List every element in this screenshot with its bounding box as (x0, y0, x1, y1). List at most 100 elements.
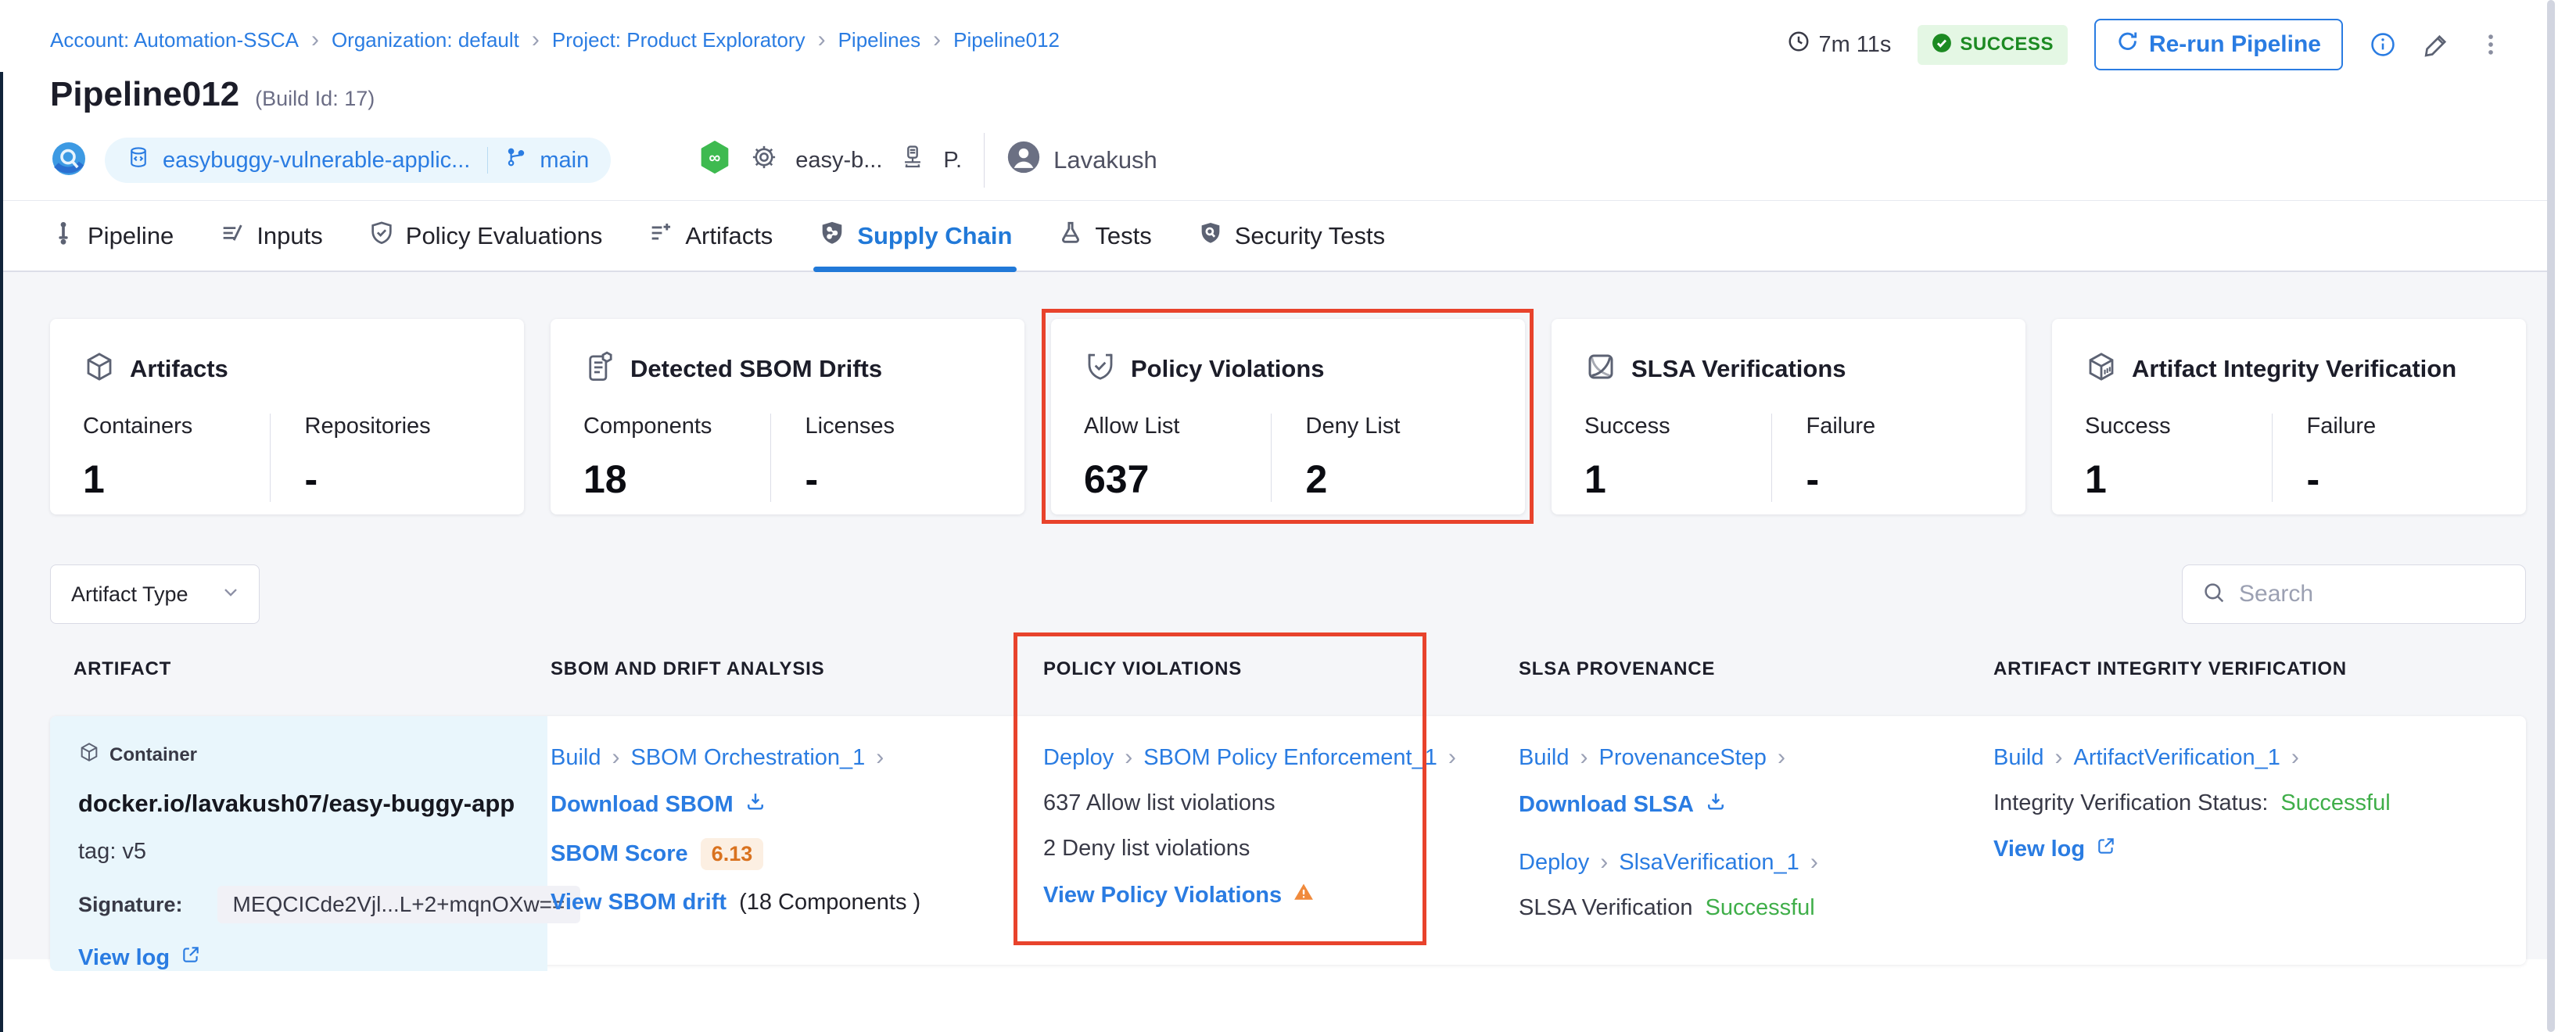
artifact-type-label: Artifact Type (71, 582, 188, 607)
card-artifacts-wrap: Artifacts Containers 1 Repositories - (50, 319, 524, 514)
ci-hexagon-icon: ∞ (697, 139, 733, 181)
breadcrumb-pipelines[interactable]: Pipelines (838, 27, 954, 53)
slsa-icon (1584, 350, 1617, 387)
breadcrumb-project[interactable]: Project: Product Exploratory (552, 27, 838, 53)
rerun-pipeline-button[interactable]: Re-run Pipeline (2094, 19, 2343, 70)
clock-icon (1787, 30, 1810, 59)
crumb-sbom-policy-enforcement[interactable]: SBOM Policy Enforcement_1 (1143, 744, 1467, 771)
card-sbom-drifts: Detected SBOM Drifts Components 18 Licen… (551, 319, 1024, 514)
vertical-scrollbar[interactable] (2547, 0, 2555, 1032)
integrity-cube-icon (2085, 350, 2118, 387)
stat-label: Licenses (805, 414, 992, 439)
crumb-build[interactable]: Build (1519, 744, 1599, 771)
title-row: Pipeline012 (Build Id: 17) (50, 75, 2504, 114)
stat-label: Components (583, 414, 770, 439)
infra-icon (899, 144, 926, 177)
view-sbom-drift-link[interactable]: View SBOM drift (551, 890, 727, 916)
policy-violations-cell: Deploy SBOM Policy Enforcement_1 637 All… (1040, 716, 1516, 971)
view-policy-violations-link[interactable]: View Policy Violations (1043, 881, 1315, 909)
svg-text:∞: ∞ (709, 149, 721, 167)
service-name[interactable]: easy-b... (795, 148, 882, 174)
status-text: SUCCESS (1960, 34, 2054, 56)
tab-artifacts[interactable]: Artifacts (648, 201, 773, 271)
crumb-artifact-verification[interactable]: ArtifactVerification_1 (2074, 744, 2310, 771)
sbom-score-badge: 6.13 (701, 838, 764, 870)
integrity-status-label: Integrity Verification Status: (1993, 790, 2268, 816)
artifact-type-dropdown[interactable]: Artifact Type (50, 564, 260, 624)
avatar-icon (1006, 140, 1041, 181)
branch-icon (505, 146, 527, 174)
tab-security-tests[interactable]: Security Tests (1197, 201, 1385, 271)
left-nav-edge (0, 72, 3, 1032)
tab-security-tests-label: Security Tests (1235, 222, 1385, 250)
view-log-link[interactable]: View log (1993, 836, 2116, 862)
tab-tests[interactable]: Tests (1057, 201, 1151, 271)
stat-label: Containers (83, 414, 270, 439)
security-shield-icon (1197, 220, 1224, 253)
card-artifact-integrity: Artifact Integrity Verification Success … (2052, 319, 2526, 514)
view-policy-violations-label: View Policy Violations (1043, 883, 1282, 908)
tab-supply-chain[interactable]: Supply Chain (818, 201, 1012, 271)
run-controls: 7m 11s SUCCESS Re-run Pipeline (1787, 17, 2504, 72)
tab-pipeline[interactable]: Pipeline (50, 201, 174, 271)
crumb-sbom-orchestration[interactable]: SBOM Orchestration_1 (631, 744, 895, 771)
stat-deny-list: Deny List 2 (1271, 414, 1493, 502)
tests-flask-icon (1057, 220, 1084, 253)
tab-policy-evaluations[interactable]: Policy Evaluations (368, 201, 603, 271)
more-options-icon[interactable] (2477, 31, 2504, 58)
stat-slsa-failure: Failure - (1771, 414, 1993, 502)
tab-supply-chain-label: Supply Chain (857, 222, 1012, 250)
crumb-build[interactable]: Build (1993, 744, 2074, 771)
slsa-verification-status: Successful (1705, 895, 1814, 921)
crumb-deploy[interactable]: Deploy (1519, 849, 1619, 876)
stat-containers: Containers 1 (83, 414, 270, 502)
sbom-score-label: SBOM Score (551, 841, 688, 867)
tab-inputs[interactable]: Inputs (219, 201, 322, 271)
card-sbom-drifts-wrap: Detected SBOM Drifts Components 18 Licen… (551, 319, 1024, 514)
slsa-verification-label: SLSA Verification (1519, 895, 1692, 921)
view-log-label: View log (78, 945, 170, 971)
view-sbom-drift-label: View SBOM drift (551, 890, 727, 916)
sbom-cell: Build SBOM Orchestration_1 Download SBOM… (547, 716, 1040, 971)
check-circle-icon (1932, 33, 1952, 57)
stat-value: 1 (83, 457, 270, 502)
stat-label: Repositories (305, 414, 492, 439)
download-sbom-link[interactable]: Download SBOM (551, 790, 766, 819)
search-input[interactable] (2239, 581, 2489, 607)
integrity-status-value: Successful (2280, 790, 2390, 816)
page-title: Pipeline012 (50, 75, 239, 114)
crumb-provenance-step[interactable]: ProvenanceStep (1599, 744, 1796, 771)
stat-label: Failure (1806, 414, 1993, 439)
crumb-slsa-verification[interactable]: SlsaVerification_1 (1619, 849, 1829, 876)
column-artifact: ARTIFACT (50, 658, 547, 680)
supply-chain-content: Artifacts Containers 1 Repositories - (0, 272, 2576, 959)
crumb-build[interactable]: Build (551, 744, 631, 771)
info-icon[interactable] (2370, 31, 2396, 58)
stat-value: 1 (2085, 457, 2272, 502)
column-policy-violations: POLICY VIOLATIONS (1040, 658, 1516, 680)
download-slsa-link[interactable]: Download SLSA (1519, 790, 1727, 819)
user-name: Lavakush (1053, 146, 1157, 174)
view-log-link[interactable]: View log (78, 944, 201, 971)
external-link-icon (2096, 836, 2116, 862)
gear-icon (750, 143, 778, 177)
signature-row: Signature: MEQCICde2Vjl...L+2+mqnOXw== (78, 886, 580, 923)
edit-icon[interactable] (2423, 30, 2451, 59)
top-bar: Account: Automation-SSCA Organization: d… (0, 0, 2576, 183)
crumb-deploy[interactable]: Deploy (1043, 744, 1143, 771)
breadcrumb-account[interactable]: Account: Automation-SSCA (50, 27, 332, 53)
infra-abbrev[interactable]: P. (943, 148, 962, 174)
build-id: (Build Id: 17) (255, 87, 375, 111)
breadcrumb-pipeline012[interactable]: Pipeline012 (953, 28, 1060, 52)
stat-licenses: Licenses - (770, 414, 992, 502)
tab-bar: Pipeline Inputs Policy Evaluations Artif… (0, 200, 2576, 272)
card-slsa-wrap: SLSA Verifications Success 1 Failure - (1552, 319, 2025, 514)
repo-pill[interactable]: easybuggy-vulnerable-applic... main (105, 138, 611, 183)
container-chip: Container (78, 741, 197, 769)
breadcrumb-organization[interactable]: Organization: default (332, 27, 552, 53)
meta-row: easybuggy-vulnerable-applic... main ∞ ea… (50, 138, 2504, 183)
allow-list-violations: 637 Allow list violations (1043, 790, 1275, 816)
policy-step-crumbs: Deploy SBOM Policy Enforcement_1 (1043, 744, 1467, 771)
card-slsa-verifications: SLSA Verifications Success 1 Failure - (1552, 319, 2025, 514)
sbom-score-link[interactable]: SBOM Score (551, 841, 688, 867)
